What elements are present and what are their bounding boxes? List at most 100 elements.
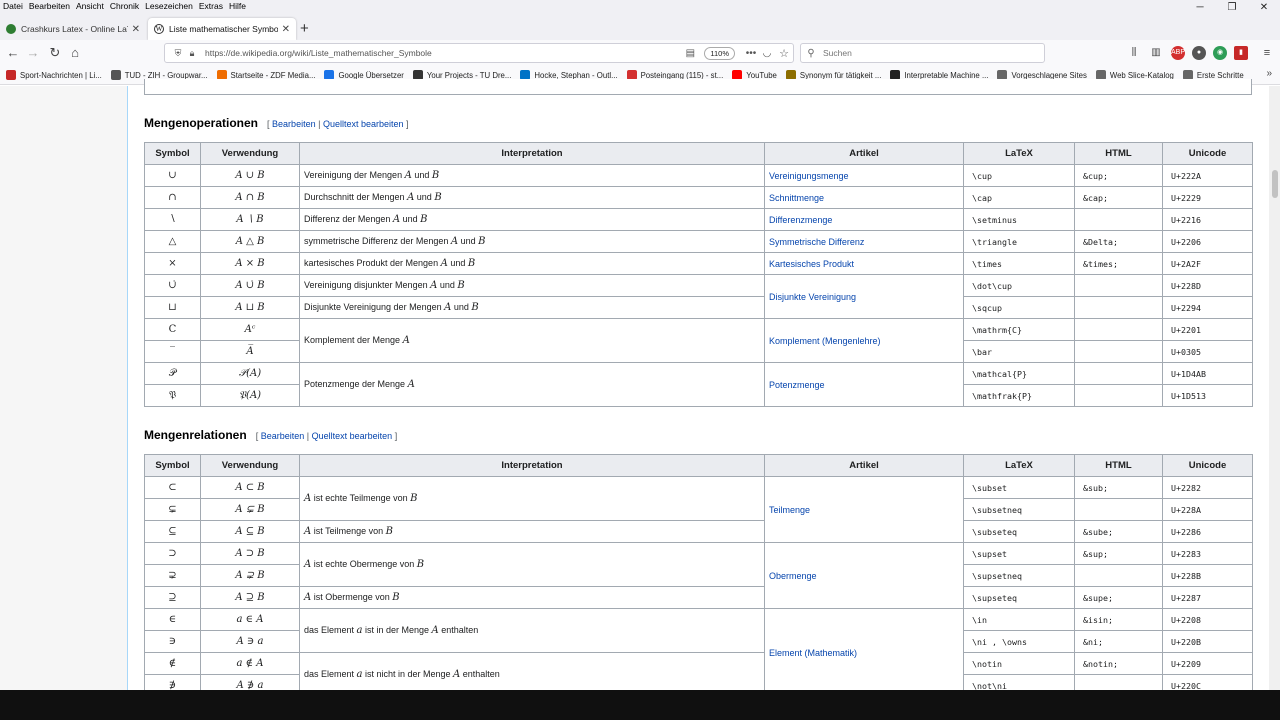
article-cell: Disjunkte Vereinigung <box>764 274 964 319</box>
url-text[interactable]: https://de.wikipedia.org/wiki/Liste_math… <box>199 48 682 58</box>
edit-link[interactable]: Bearbeiten <box>261 431 305 441</box>
extension-green-icon[interactable]: ◉ <box>1213 46 1227 60</box>
separator: | <box>306 431 310 441</box>
reader-view-icon[interactable]: ▤ <box>682 48 698 59</box>
account-icon[interactable]: ● <box>1192 46 1206 60</box>
bookmark-star-icon[interactable]: ☆ <box>775 47 793 60</box>
edit-source-link[interactable]: Quelltext bearbeiten <box>312 431 393 441</box>
math-variable: B <box>416 559 425 570</box>
latex-cell: \supseteq <box>963 586 1075 609</box>
article-link[interactable]: Obermenge <box>769 571 817 581</box>
article-link[interactable]: Teilmenge <box>769 505 810 515</box>
unicode-cell: U+2206 <box>1162 230 1253 253</box>
search-input[interactable] <box>821 47 1021 59</box>
html-entity-cell <box>1074 274 1163 297</box>
unicode-cell: U+2216 <box>1162 208 1253 231</box>
article-link[interactable]: Schnittmenge <box>769 193 824 203</box>
latex-cell: \triangle <box>963 230 1075 253</box>
latex-cell: \subseteq <box>963 520 1075 543</box>
article-link[interactable]: Element (Mathematik) <box>769 648 857 658</box>
math-variable: A <box>304 559 312 570</box>
menu-chronik[interactable]: Chronik <box>107 1 142 11</box>
article-link[interactable]: Differenzmenge <box>769 215 832 225</box>
symbol-cell: ∈ <box>144 608 201 631</box>
math-variable: B <box>478 236 486 247</box>
forward-arrow-icon[interactable]: → <box>24 44 42 62</box>
tab-crashkurs-latex[interactable]: Crashkurs Latex - Online LaTe ✕ <box>0 18 146 40</box>
zoom-level-badge[interactable]: 110% <box>704 46 735 60</box>
math-variable: A <box>304 493 312 504</box>
interpretation-cell: Potenzmenge der Menge A <box>299 362 765 407</box>
math-variable: a <box>356 625 363 636</box>
article-link[interactable]: Kartesisches Produkt <box>769 259 854 269</box>
section-title: Mengenoperationen <box>144 116 259 130</box>
article-link[interactable]: Vereinigungsmenge <box>769 171 849 181</box>
home-icon[interactable]: ⌂ <box>66 44 84 62</box>
bookmark-item[interactable]: Sport-Nachrichten | Li... <box>6 70 102 80</box>
tab-close-icon[interactable]: ✕ <box>282 24 290 35</box>
library-icon[interactable]: ⫼ <box>1127 46 1141 60</box>
html-entity-cell <box>1074 318 1163 341</box>
html-entity-cell: &supe; <box>1074 586 1163 609</box>
new-tab-button[interactable]: + <box>300 20 309 37</box>
article-link[interactable]: Disjunkte Vereinigung <box>769 292 856 302</box>
sidebar-icon[interactable]: ▥ <box>1149 46 1163 60</box>
column-header: Unicode <box>1162 142 1253 165</box>
symbol-cell: ∩ <box>144 186 201 209</box>
extension-red-icon[interactable]: ▮ <box>1234 46 1248 60</box>
column-header: Unicode <box>1162 454 1253 477</box>
table-row: ⊂ A ⊂ BA ist echte Teilmenge von B Teilmen… <box>144 476 1253 543</box>
math-variable: B <box>410 493 418 504</box>
bookmarks-overflow-icon[interactable]: » <box>1266 68 1272 79</box>
scrollbar[interactable] <box>1269 86 1280 690</box>
scrollbar-thumb[interactable] <box>1272 170 1278 198</box>
column-header: Artikel <box>764 142 964 165</box>
reload-icon[interactable]: ↻ <box>46 44 64 62</box>
back-arrow-icon[interactable]: ← <box>4 44 22 62</box>
latex-cell: \subsetneq <box>963 498 1075 521</box>
unicode-cell: U+220B <box>1162 630 1253 653</box>
math-variable: B <box>420 214 428 225</box>
search-bar[interactable]: ⚲ <box>800 43 1045 63</box>
search-icon: ⚲ <box>807 47 815 59</box>
menu-hilfe[interactable]: Hilfe <box>226 1 249 11</box>
edit-source-link[interactable]: Quelltext bearbeiten <box>323 119 404 129</box>
interpretation-cell: Disjunkte Vereinigung der Mengen A und B <box>299 296 765 319</box>
menu-ansicht[interactable]: Ansicht <box>73 1 107 11</box>
menu-extras[interactable]: Extras <box>196 1 226 11</box>
article-cell: Schnittmenge <box>764 186 964 209</box>
menu-datei[interactable]: Datei <box>0 1 26 11</box>
math-variable: B <box>431 170 440 181</box>
table-row: ∩ A ∩ B Durchschnitt der Mengen A und B Sch… <box>144 186 1253 209</box>
interpretation-cell: Durchschnitt der Mengen A und B <box>299 186 765 209</box>
hamburger-menu-icon[interactable]: ≡ <box>1260 46 1274 60</box>
usage-cell: Aᶜ <box>200 318 300 341</box>
lock-icon[interactable]: 🔒︎ <box>185 48 199 59</box>
tracking-shield-icon[interactable]: ⛨ <box>171 48 185 59</box>
edit-link[interactable]: Bearbeiten <box>272 119 316 129</box>
symbol-cell: ⊔ <box>144 296 201 319</box>
menu-bearbeiten[interactable]: Bearbeiten <box>26 1 73 11</box>
pocket-icon[interactable]: ◡ <box>759 48 775 59</box>
page-actions-icon[interactable]: ••• <box>743 48 759 59</box>
usage-cell: A ⊃ B <box>200 542 300 565</box>
tab-title: Liste mathematischer Symbole <box>169 24 278 34</box>
table-row: ∪ A ∪ B Vereinigung der Mengen A und B Vere… <box>144 164 1253 187</box>
symbol-cell: ⊆ <box>144 520 201 543</box>
usage-cell: A ⊊ B <box>200 498 300 521</box>
html-entity-cell <box>1074 498 1163 521</box>
latex-cell: \mathrm{C} <box>963 318 1075 341</box>
article-link[interactable]: Komplement (Mengenlehre) <box>769 336 881 346</box>
article-cell: Element (Mathematik) <box>764 608 964 697</box>
tab-liste-mathematischer-symbole[interactable]: W Liste mathematischer Symbole ✕ <box>148 18 296 40</box>
article-link[interactable]: Potenzmenge <box>769 380 825 390</box>
symbol-cell: ⊃ <box>144 542 201 565</box>
url-bar[interactable]: ⛨ 🔒︎ https://de.wikipedia.org/wiki/Liste… <box>164 43 794 63</box>
tab-close-icon[interactable]: ✕ <box>132 24 140 35</box>
article-link[interactable]: Symmetrische Differenz <box>769 237 864 247</box>
unicode-cell: U+2283 <box>1162 542 1253 565</box>
menu-lesezeichen[interactable]: Lesezeichen <box>142 1 196 11</box>
adblock-icon[interactable]: ABP <box>1171 46 1185 60</box>
latex-cell: \mathfrak{P} <box>963 384 1075 407</box>
symbol-cell: ∖ <box>144 208 201 231</box>
